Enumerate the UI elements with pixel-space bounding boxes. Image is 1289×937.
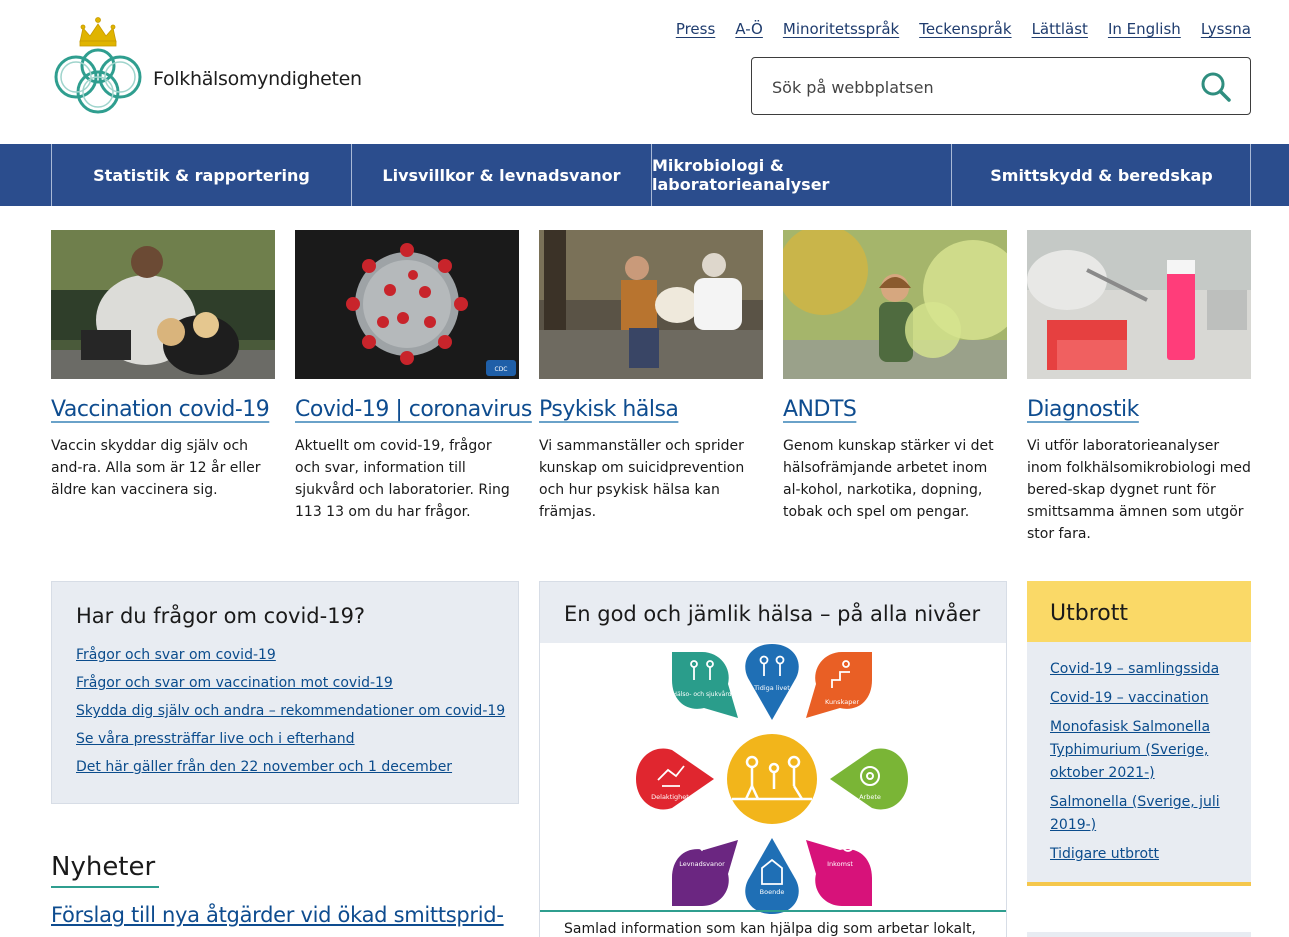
outbreak-link[interactable]: Monofasisk Salmonella Typhimurium (Sveri… <box>1050 719 1210 781</box>
card-image[interactable] <box>539 230 763 379</box>
petal-kunskaper: Kunskaper <box>806 652 872 718</box>
news-heading: Nyheter <box>51 852 159 888</box>
link-a-o[interactable]: A-Ö <box>735 20 763 38</box>
card-title[interactable]: Covid-19 | coronavirus <box>295 397 532 422</box>
covid-questions-box: Har du frågor om covid-19? Frågor och sv… <box>51 581 519 804</box>
main-nav: Statistik & rapportering Livsvillkor & l… <box>0 144 1289 206</box>
brand-name[interactable]: Folkhälsomyndigheten <box>153 68 362 90</box>
card-vaccination: Vaccination covid-19 Vaccin skyddar dig … <box>51 230 275 501</box>
search-icon[interactable] <box>1200 71 1232 103</box>
divider <box>540 910 1006 912</box>
card-title[interactable]: ANDTS <box>783 397 1007 422</box>
covid-link[interactable]: Frågor och svar om vaccination mot covid… <box>76 675 393 691</box>
card-image[interactable] <box>1027 230 1251 379</box>
link-teckensprak[interactable]: Teckenspråk <box>919 20 1011 38</box>
box-title: Utbrott <box>1050 601 1128 626</box>
box-caption: Samlad information som kan hjälpa dig so… <box>564 921 976 937</box>
health-levels-box: En god och jämlik hälsa – på alla nivåer… <box>539 581 1007 937</box>
card-psykisk-halsa: Psykisk hälsa Vi sammanställer och sprid… <box>539 230 763 523</box>
petal-boende: Boende <box>745 838 799 914</box>
card-title[interactable]: Diagnostik <box>1027 397 1251 422</box>
nav-livsvillkor[interactable]: Livsvillkor & levnadsvanor <box>351 144 651 206</box>
search-box <box>751 57 1251 115</box>
list-item: Monofasisk Salmonella Typhimurium (Sveri… <box>1050 715 1235 784</box>
covid-link[interactable]: Det här gäller från den 22 november och … <box>76 759 452 775</box>
nav-divider <box>1250 144 1251 206</box>
petal-delaktighet: Delaktighet <box>636 748 714 810</box>
petal-arbete: Arbete <box>830 748 908 810</box>
card-text: Vi utför laboratorieanalyser inom folkhä… <box>1027 438 1251 542</box>
svg-text:Levnadsvanor: Levnadsvanor <box>679 860 725 868</box>
svg-text:Tidiga livet: Tidiga livet <box>753 684 790 692</box>
logo-icon[interactable] <box>50 14 146 116</box>
svg-text:Arbete: Arbete <box>859 793 881 801</box>
list-item: Det här gäller från den 22 november och … <box>76 756 505 784</box>
svg-text:Kunskaper: Kunskaper <box>825 698 859 706</box>
card-image[interactable] <box>51 230 275 379</box>
list-item: Se våra pressträffar live och i efterhan… <box>76 728 505 756</box>
link-lattlast[interactable]: Lättläst <box>1032 20 1088 38</box>
covid-link[interactable]: Se våra pressträffar live och i efterhan… <box>76 731 355 747</box>
outbreak-link[interactable]: Covid-19 – samlingssida <box>1050 661 1219 677</box>
svg-text:Delaktighet: Delaktighet <box>651 793 689 801</box>
nav-statistik[interactable]: Statistik & rapportering <box>51 144 351 206</box>
nav-mikrobiologi[interactable]: Mikrobiologi & laboratorieanalyser <box>651 144 951 206</box>
card-image[interactable] <box>783 230 1007 379</box>
card-andts: ANDTS Genom kunskap stärker vi det hälso… <box>783 230 1007 523</box>
list-item: Frågor och svar om covid-19 <box>76 644 505 672</box>
card-text: Aktuellt om covid-19, frågor och svar, i… <box>295 438 510 520</box>
outbreak-links: Covid-19 – samlingssida Covid-19 – vacci… <box>1050 657 1235 871</box>
list-item: Frågor och svar om vaccination mot covid… <box>76 672 505 700</box>
card-text: Vi sammanställer och sprider kunskap om … <box>539 438 745 520</box>
box-header: En god och jämlik hälsa – på alla nivåer <box>540 582 1006 643</box>
card-covid: CDC Covid-19 | coronavirus Aktuellt om c… <box>295 230 532 523</box>
card-title[interactable]: Vaccination covid-19 <box>51 397 275 422</box>
svg-text:Boende: Boende <box>760 888 785 896</box>
box-header: Utbrott <box>1027 581 1251 642</box>
list-item: Skydda dig själv och andra – rekommendat… <box>76 700 505 728</box>
list-item: Tidigare utbrott <box>1050 842 1235 865</box>
outbreak-link[interactable]: Covid-19 – vaccination <box>1050 690 1209 706</box>
utility-links: Press A-Ö Minoritetsspråk Teckenspråk Lä… <box>676 20 1251 38</box>
card-diagnostik: Diagnostik Vi utför laboratorieanalyser … <box>1027 230 1251 545</box>
link-press[interactable]: Press <box>676 20 715 38</box>
health-determinants-graphic[interactable]: Tidiga livet Kunskaper Arbete Inkomst Bo… <box>636 644 908 914</box>
svg-text:Hälso- och sjukvård: Hälso- och sjukvård <box>673 691 732 698</box>
covid-link[interactable]: Frågor och svar om covid-19 <box>76 647 276 663</box>
svg-text:CDC: CDC <box>495 366 508 373</box>
box-title: Har du frågor om covid-19? <box>76 604 366 628</box>
link-in-english[interactable]: In English <box>1108 20 1181 38</box>
svg-text:Inkomst: Inkomst <box>827 860 853 868</box>
site-header: Folkhälsomyndigheten Press A-Ö Minoritet… <box>0 0 1289 144</box>
petal-inkomst: Inkomst <box>806 826 872 906</box>
card-image[interactable]: CDC <box>295 230 519 379</box>
outbreak-box: Utbrott Covid-19 – samlingssida Covid-19… <box>1027 581 1251 886</box>
card-text: Genom kunskap stärker vi det hälsofrämja… <box>783 438 994 520</box>
list-item: Salmonella (Sverige, juli 2019-) <box>1050 790 1235 836</box>
list-item: Covid-19 – vaccination <box>1050 686 1235 709</box>
center-circle <box>727 734 817 824</box>
link-minoritetssprak[interactable]: Minoritetsspråk <box>783 20 899 38</box>
covid-links: Frågor och svar om covid-19 Frågor och s… <box>76 644 505 784</box>
covid-link[interactable]: Skydda dig själv och andra – rekommendat… <box>76 703 505 719</box>
petal-tidiga-livet: Tidiga livet <box>745 644 799 720</box>
petal-halso-sjukvard: Hälso- och sjukvård <box>672 652 738 718</box>
link-lyssna[interactable]: Lyssna <box>1201 20 1251 38</box>
card-text: Vaccin skyddar dig själv och and-ra. All… <box>51 438 261 498</box>
box-title[interactable]: En god och jämlik hälsa – på alla nivåer <box>564 602 980 626</box>
list-item: Covid-19 – samlingssida <box>1050 657 1235 680</box>
search-input[interactable] <box>772 74 1172 100</box>
news-item-link[interactable]: Förslag till nya åtgärder vid ökad smitt… <box>51 903 504 927</box>
card-title[interactable]: Psykisk hälsa <box>539 397 763 422</box>
outbreak-link[interactable]: Tidigare utbrott <box>1050 846 1159 862</box>
nav-smittskydd[interactable]: Smittskydd & beredskap <box>951 144 1251 206</box>
sidebar-box <box>1027 932 1251 937</box>
outbreak-link[interactable]: Salmonella (Sverige, juli 2019-) <box>1050 794 1220 833</box>
petal-levnadsvanor: Levnadsvanor <box>672 831 738 906</box>
